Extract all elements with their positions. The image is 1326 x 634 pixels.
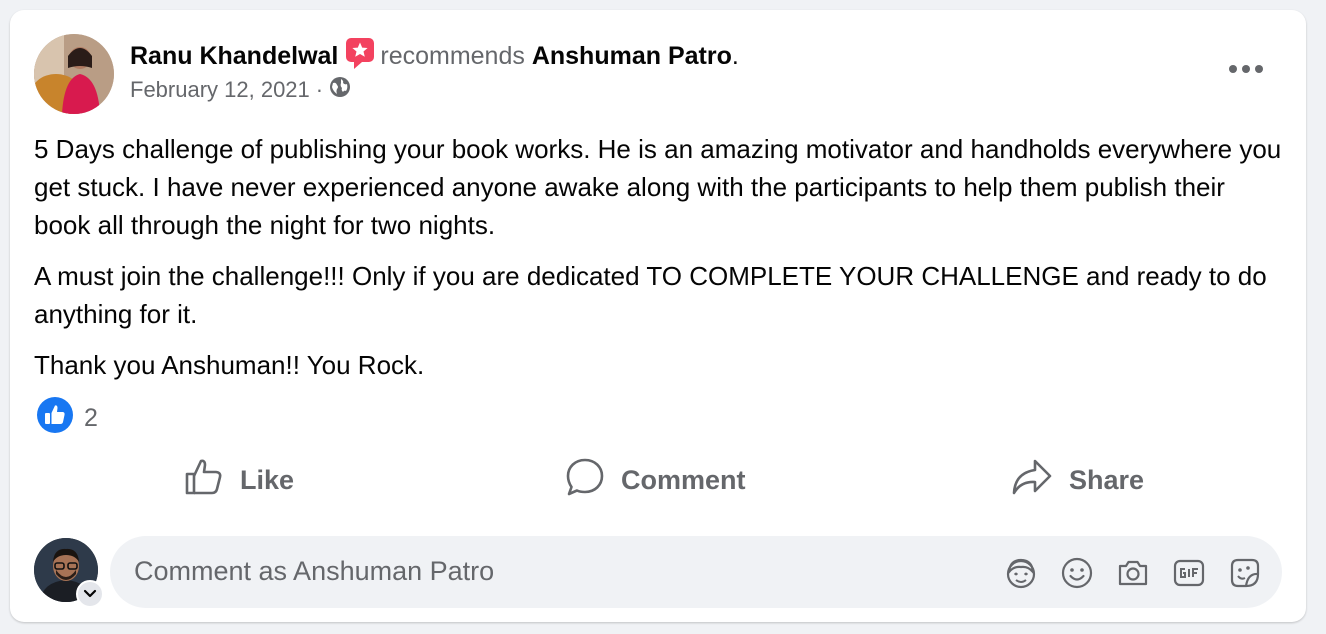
share-button[interactable]: Share	[1011, 450, 1144, 510]
post-card: Ranu Khandelwal recommends Anshuman Patro…	[10, 10, 1306, 622]
post-header: Ranu Khandelwal recommends Anshuman Patro…	[130, 36, 739, 77]
post-date-link[interactable]: February 12, 2021	[130, 77, 310, 103]
share-label: Share	[1069, 464, 1145, 495]
camera-icon[interactable]	[1116, 556, 1150, 590]
star-badge-icon	[344, 36, 376, 77]
comment-label: Comment	[621, 464, 746, 495]
like-reaction-icon	[36, 396, 74, 441]
post-body: 5 Days challenge of publishing your book…	[34, 130, 1284, 397]
reaction-count: 2	[84, 404, 98, 432]
comment-input[interactable]: Comment as Anshuman Patro	[110, 536, 1282, 608]
comment-composer: Comment as Anshuman Patro	[34, 536, 1282, 608]
dot	[1255, 65, 1263, 73]
sticker-icon[interactable]	[1228, 556, 1262, 590]
post-paragraph: A must join the challenge!!! Only if you…	[34, 261, 1267, 329]
like-button[interactable]: Like	[184, 450, 294, 510]
comment-bubble-icon	[565, 457, 605, 504]
account-switch-button[interactable]	[76, 580, 104, 608]
comment-button[interactable]: Comment	[565, 450, 746, 510]
author-avatar[interactable]	[34, 34, 114, 114]
chevron-down-icon	[83, 589, 97, 598]
action-bar: Like Comment Share	[10, 450, 1306, 510]
post-meta: February 12, 2021 ·	[130, 76, 351, 104]
comment-placeholder: Comment as Anshuman Patro	[134, 556, 495, 586]
more-options-button[interactable]	[1226, 56, 1266, 82]
post-paragraph: Thank you Anshuman!! You Rock.	[34, 350, 425, 380]
share-arrow-icon	[1011, 457, 1053, 504]
recommended-page-link[interactable]: Anshuman Patro	[532, 42, 732, 70]
dot	[1242, 65, 1250, 73]
dot	[1229, 65, 1237, 73]
thumbs-up-icon	[184, 457, 224, 504]
post-paragraph: 5 Days challenge of publishing your book…	[34, 134, 1282, 240]
gif-icon[interactable]	[1172, 556, 1206, 590]
avatar-sticker-icon[interactable]	[1004, 556, 1038, 590]
meta-separator: ·	[315, 77, 324, 102]
header-period: .	[731, 42, 739, 70]
recommends-text: recommends	[380, 42, 525, 70]
like-label: Like	[240, 464, 295, 495]
globe-icon[interactable]	[329, 76, 351, 104]
author-name-link[interactable]: Ranu Khandelwal	[130, 42, 338, 70]
emoji-icon[interactable]	[1060, 556, 1094, 590]
reactions-summary[interactable]: 2	[36, 396, 98, 441]
